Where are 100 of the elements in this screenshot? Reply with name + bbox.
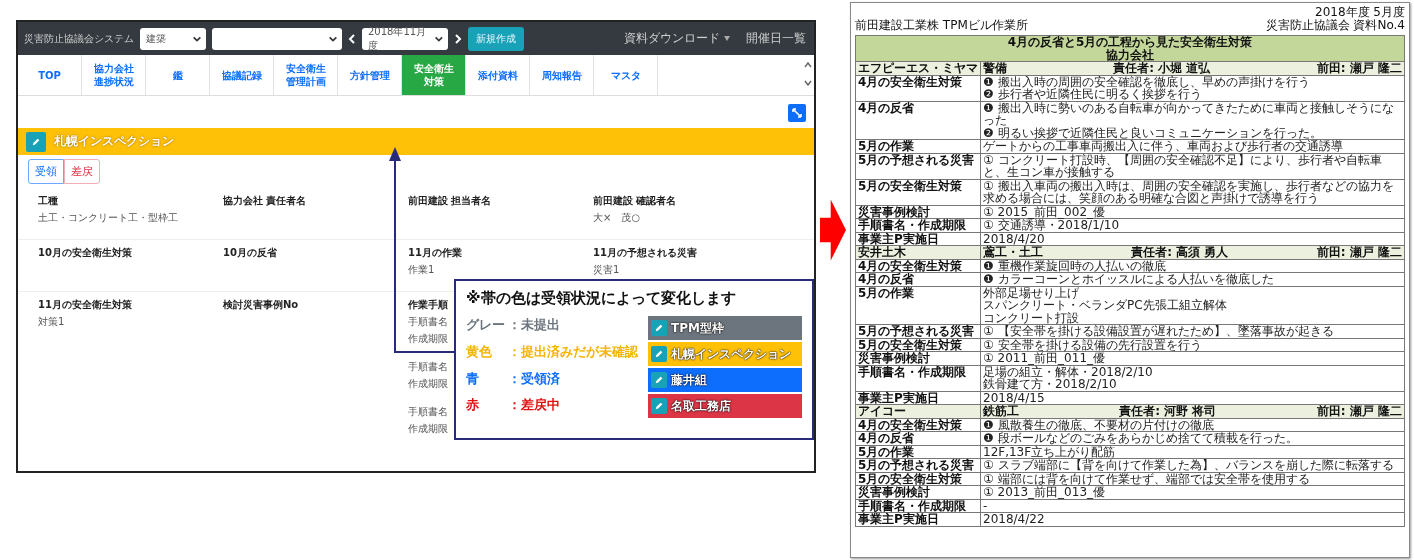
nav-tab[interactable]: 安全衛生 対策 (402, 55, 466, 95)
table-cell: 前田: 瀬戸 隆二 (1316, 62, 1402, 75)
table-cell: 災害事例検討 (855, 351, 981, 365)
table-cell: 事業主P実施日 (855, 512, 981, 526)
table-cell: 4月の安全衛生対策 (855, 75, 981, 101)
band-label: 札幌インスペクション (671, 346, 791, 362)
legend-term: グレー (466, 316, 506, 334)
field-label: 前田建設 担当者名 (408, 194, 492, 208)
table-cell-text: スパンクリート・ベランダPC先張工組立解体 (983, 299, 1228, 312)
field-label: 11月の安全衛生対策 (38, 298, 132, 312)
field-value: 土工・コンクリート工・型枠工 (38, 211, 178, 225)
table-cell-text: - (983, 499, 989, 512)
table-cell: 5月の安全衛生対策 (855, 472, 981, 486)
table-cell: 事業主P実施日 (855, 232, 981, 246)
legend-term: 青 (466, 369, 480, 388)
table-cell: 手順書名・作成期限 (855, 365, 981, 391)
table-cell-text: ❷ 歩行者や近隣住民に明るく挨拶を行う (983, 88, 1202, 101)
table-cell-text: 鉄骨建て方・2018/2/10 (983, 378, 1117, 391)
table-cell-text: 2018/4/20 (983, 232, 1046, 245)
table-cell-text: ❶ 重機作業旋回時の人払いの徹底 (983, 259, 1167, 272)
band-label: 札幌インスペクション (54, 134, 174, 149)
table-cell-text: コンクリート打設 (983, 311, 1080, 324)
document-title: 4月の反省と5月の工程から見た安全衛生対策 (1006, 36, 1254, 49)
table-cell-text: ❶ カラーコーンとホイッスルによる人払いを徹底した (983, 273, 1275, 286)
table-cell-text: 2018/4/15 (983, 391, 1046, 404)
table-cell: 5月の予想される災害 (855, 153, 981, 179)
callout-title: ※帯の色は受領状況によって変化します (466, 289, 737, 308)
table-cell-text: ❶ 段ボールなどのごみをあらかじめ捨てて積載を行った。 (983, 432, 1299, 445)
table-cell: 5月の作業 (855, 139, 981, 153)
document-header: 2018年度 5月度 (1314, 6, 1405, 19)
table-cell-text: ① 搬出入車両の搬出入時は、周囲の安全確認を実施し、歩行者などの協力を求める場合には、笑顔のある明確な合図と声掛けで誘導を行う (983, 179, 1395, 205)
table-cell: 前田: 瀬戸 隆二 (1316, 405, 1402, 418)
document-header: 災害防止協議会 資料No.4 (1265, 18, 1405, 31)
table-cell-text: ❶ 搬出入時の周囲の安全確認を徹底し、早めの声掛けを行う (983, 75, 1311, 88)
table-cell: 4月の反省 (855, 431, 981, 445)
table-cell: 災害事例検討 (855, 205, 981, 219)
table-cell: 鉄筋工 (983, 405, 1019, 418)
table-cell: 4月の安全衛生対策 (855, 418, 981, 432)
legend-term: 黄色 (466, 342, 493, 361)
table-cell-text: ① 【安全帯を掛ける設備設置が遅れたため】、墜落事故が起きる (983, 325, 1335, 338)
legend-description: ：提出済みだが未確認 (508, 342, 638, 361)
table-cell: 5月の予想される災害 (855, 324, 981, 338)
band-label: 名取工務店 (671, 398, 731, 414)
table-cell: 5月の安全衛生対策 (855, 338, 981, 352)
field-label: 10月の反省 (223, 246, 277, 260)
table-cell: 5月の安全衛生対策 (855, 179, 981, 205)
table-cell: 4月の安全衛生対策 (855, 259, 981, 273)
table-cell-text: ① 交通誘導・2018/1/10 (983, 219, 1121, 232)
field-label: 検討災害事例No (223, 298, 299, 312)
table-cell: 警備 (983, 62, 1007, 75)
table-cell-text: 足場の組立・解体・2018/2/10 (983, 365, 1154, 378)
field-value: 手順書名 (408, 315, 448, 329)
legend-description: ：差戻中 (508, 396, 561, 415)
table-cell: 鳶工・土工 (983, 246, 1043, 259)
table-cell: 責任者: 小堀 道弘 (1113, 62, 1211, 75)
table-cell-text: ① 2011_前田_011_優 (983, 352, 1106, 365)
field-label: 10月の安全衛生対策 (38, 246, 132, 260)
document-header: 前田建設工業株 TPMビル作業所 (855, 18, 1028, 31)
table-cell-text: ① 端部には背を向けて作業せず、端部では安全帯を使用する (983, 472, 1311, 485)
table-cell: 4月の反省 (855, 272, 981, 286)
band-label: 藤井組 (671, 372, 707, 388)
legend-description: ：未提出 (508, 316, 561, 334)
new-button[interactable]: 新規作成 (468, 26, 524, 51)
table-cell: 5月の作業 (855, 445, 981, 459)
return-button[interactable]: 差戻 (64, 159, 100, 184)
menu-link[interactable]: 資料ダウンロード (624, 31, 730, 46)
table-cell-text: 外部足場せり上げ (983, 286, 1080, 299)
field-value: 作成期限 (408, 377, 448, 391)
field-value: 作業1 (408, 263, 435, 277)
app-title: 災害防止協議会システム (24, 31, 134, 46)
legend-term: 赤 (466, 396, 480, 415)
legend-description: ：受領済 (508, 369, 561, 388)
table-cell: 責任者: 河野 将司 (1119, 405, 1217, 418)
field-value: 作成期限 (408, 422, 448, 436)
field-value: 災害1 (593, 263, 620, 277)
table-cell: 5月の予想される災害 (855, 458, 981, 472)
table-cell: 5月の作業 (855, 286, 981, 325)
band-label: TPM型枠 (671, 320, 724, 336)
table-cell: 手順書名・作成期限 (855, 218, 981, 232)
dropdown[interactable]: 2018年11月度 (362, 27, 448, 50)
table-cell-text: ゲートからの工事車両搬出入に伴う、車両および歩行者の交通誘導 (983, 140, 1344, 153)
table-cell: 災害事例検討 (855, 485, 981, 499)
field-label: 作業手順 (408, 298, 448, 312)
menu-link[interactable]: 開催日一覧 (746, 31, 806, 46)
table-cell-text: 2018/4/22 (983, 513, 1046, 526)
table-cell-text: ① 2013_前田_013_優 (983, 486, 1106, 499)
table-cell: 4月の反省 (855, 101, 981, 140)
accept-button[interactable]: 受領 (28, 159, 64, 184)
table-cell-text: ① コンクリート打設時、【周囲の安全確認不足】により、歩行者や自転車と、生コン車が接触する (983, 153, 1383, 179)
table-cell-text: ① 2015_前田_002_優 (983, 205, 1106, 218)
field-value: 大× 茂○ (593, 211, 641, 225)
table-cell: 責任者: 高須 勇人 (1131, 246, 1229, 259)
table-cell: 事業主P実施日 (855, 391, 981, 405)
dropdown[interactable]: 建築 (140, 27, 206, 50)
field-value: 手順書名 (408, 360, 448, 374)
field-value: 対策1 (38, 315, 65, 329)
field-label: 11月の作業 (408, 246, 462, 260)
table-cell-text: ① スラブ端部に【背を向けて作業した為】、バランスを崩した際に転落する (983, 459, 1395, 472)
table-cell-text: ① 安全帯を掛ける設備の先行設置を行う (983, 338, 1203, 351)
table-cell-text: ❶ 風散養生の徹底、不要材の片付けの徹底 (983, 418, 1215, 431)
